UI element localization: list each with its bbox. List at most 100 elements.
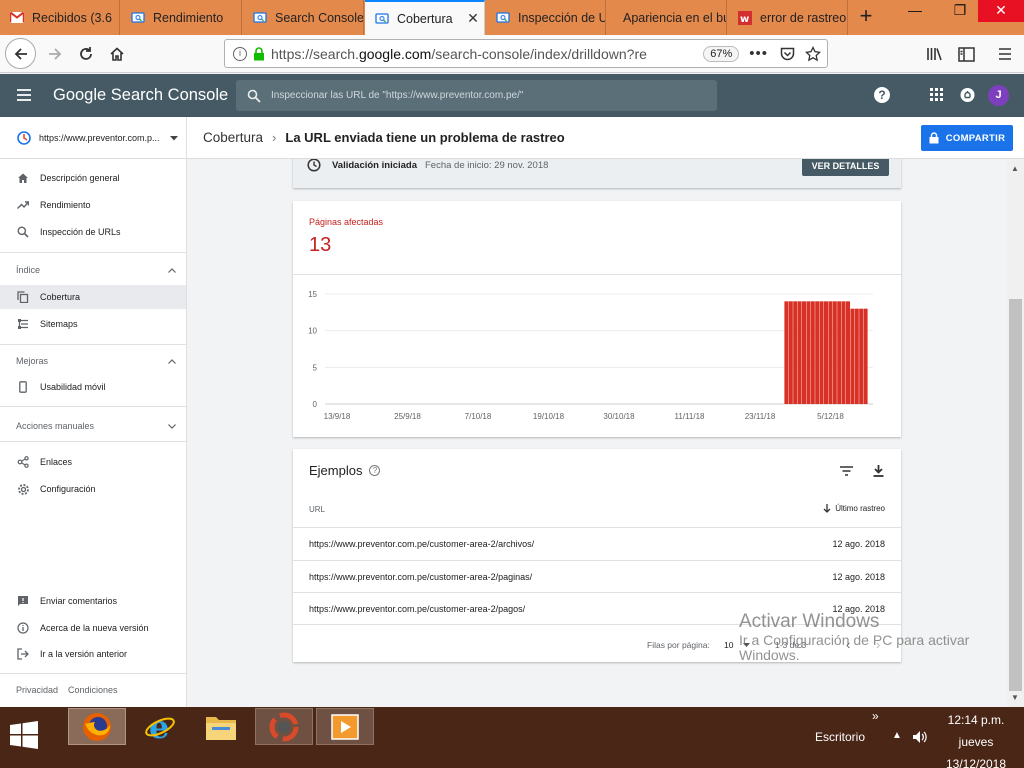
lock-icon[interactable]	[253, 46, 265, 61]
table-row[interactable]: https://www.preventor.com.pe/customer-ar…	[293, 560, 901, 592]
filter-icon[interactable]	[840, 466, 853, 476]
main-menu-button[interactable]	[16, 88, 32, 102]
chart-bar[interactable]	[788, 301, 793, 404]
chart-bar[interactable]	[854, 308, 859, 404]
table-row[interactable]: https://www.preventor.com.pe/customer-ar…	[293, 527, 901, 559]
sidebar-item-performance[interactable]: Rendimiento	[0, 193, 186, 217]
sidebar-item-sitemaps[interactable]: Sitemaps	[0, 312, 186, 336]
system-tray-chevron-icon[interactable]: »	[872, 709, 879, 723]
chart-bar[interactable]	[841, 301, 846, 404]
clock[interactable]: 12:14 p.m. jueves 13/12/2018	[944, 709, 1008, 768]
product-logo[interactable]: Google Search Console	[53, 86, 228, 105]
forward-button[interactable]	[40, 39, 70, 69]
pocket-icon[interactable]	[780, 47, 795, 61]
back-button[interactable]	[5, 38, 36, 69]
reload-button[interactable]	[71, 39, 101, 69]
search-console-icon	[252, 10, 268, 26]
show-hidden-icons-icon[interactable]: ▲	[892, 730, 902, 741]
sidebar-item-url-inspection[interactable]: Inspección de URLs	[0, 220, 186, 244]
terms-link[interactable]: Condiciones	[68, 685, 118, 695]
column-header-last-crawl[interactable]: Último rastreo	[823, 504, 885, 513]
chart-bar[interactable]	[846, 301, 850, 404]
reload-icon	[80, 47, 92, 60]
chart-bar[interactable]	[832, 301, 837, 404]
scroll-up-arrow-icon[interactable]: ▲	[1011, 164, 1019, 173]
library-button[interactable]	[920, 39, 950, 69]
privacy-link[interactable]: Privacidad	[16, 685, 58, 695]
help-icon[interactable]: ?	[874, 87, 890, 103]
browser-tab[interactable]: Recibidos (3.6	[0, 0, 120, 35]
chart-bar[interactable]	[810, 301, 815, 404]
page-scrollbar[interactable]: ▲ ▼	[1007, 159, 1024, 707]
sidebar-item-overview[interactable]: Descripción general	[0, 166, 186, 190]
chart-bar[interactable]	[806, 301, 811, 404]
taskbar-app-colorful[interactable]	[255, 708, 313, 745]
taskbar-media-player[interactable]	[316, 708, 374, 745]
taskbar-file-explorer[interactable]	[192, 708, 250, 745]
page-actions-icon[interactable]: •••	[749, 45, 768, 62]
column-header-url[interactable]: URL	[309, 505, 325, 514]
property-selector[interactable]: https://www.preventor.com.p...	[0, 117, 187, 159]
chart-bar[interactable]	[824, 301, 828, 404]
browser-tab[interactable]: Inspección de U	[486, 0, 606, 35]
taskbar-firefox[interactable]	[68, 708, 126, 745]
browser-tab[interactable]: Apariencia en el bu	[607, 0, 727, 35]
minimize-button[interactable]: —	[900, 0, 930, 22]
zoom-indicator[interactable]: 67%	[703, 45, 740, 62]
sidebar-item-old-version[interactable]: Ir a la versión anterior	[0, 642, 186, 666]
chart-bar[interactable]	[797, 301, 802, 404]
new-tab-button[interactable]: +	[855, 5, 877, 29]
notifications-bell-icon[interactable]	[960, 87, 975, 103]
help-icon[interactable]: ?	[369, 465, 381, 476]
browser-tab[interactable]: Rendimiento	[121, 0, 242, 35]
volume-icon[interactable]	[912, 730, 928, 744]
scrollbar-thumb[interactable]	[1009, 299, 1022, 691]
start-button[interactable]	[10, 721, 38, 749]
sidebar-group-index[interactable]: Índice	[16, 265, 176, 275]
avatar[interactable]: J	[988, 85, 1009, 106]
chart-bar[interactable]	[850, 308, 855, 404]
close-window-button[interactable]: ✕	[978, 0, 1024, 22]
close-tab-icon[interactable]: ✕	[462, 10, 484, 27]
sidebar-item-coverage[interactable]: Cobertura	[0, 285, 186, 309]
browser-menu-button[interactable]	[990, 39, 1020, 69]
browser-tab[interactable]: Cobertura ✕	[365, 0, 485, 35]
x-tick-label: 23/11/18	[745, 412, 776, 421]
desktop-toolbar-label[interactable]: Escritorio	[815, 730, 865, 744]
browser-tab[interactable]: Search Console	[243, 0, 364, 35]
sidebar-item-settings[interactable]: Configuración	[0, 477, 186, 501]
group-label: Mejoras	[16, 356, 49, 366]
taskbar-internet-explorer[interactable]: e	[131, 708, 189, 745]
chart-bar[interactable]	[859, 308, 864, 404]
chart-bar[interactable]	[837, 301, 842, 404]
sidebar-item-links[interactable]: Enlaces	[0, 450, 186, 474]
view-details-button[interactable]: VER DETALLES	[802, 159, 889, 176]
sidebar-group-enhancements[interactable]: Mejoras	[16, 356, 176, 366]
arrow-down-icon	[823, 504, 831, 513]
sidebar-group-manual-actions[interactable]: Acciones manuales	[16, 421, 176, 431]
scroll-down-arrow-icon[interactable]: ▼	[1011, 693, 1019, 702]
chart-bar[interactable]	[793, 301, 798, 404]
apps-grid-icon[interactable]	[930, 88, 943, 101]
chart-bar[interactable]	[784, 301, 789, 404]
sidebar-item-about[interactable]: Acerca de la nueva versión	[0, 616, 186, 640]
chevron-up-icon	[168, 268, 176, 273]
chart-bar[interactable]	[863, 308, 868, 404]
sidebar-item-feedback[interactable]: Enviar comentarios	[0, 589, 186, 613]
browser-tab[interactable]: w error de rastreo	[728, 0, 848, 35]
chart-bar[interactable]	[819, 301, 824, 404]
info-icon[interactable]: i	[233, 46, 247, 61]
restore-button[interactable]: ❐	[945, 0, 975, 22]
download-icon[interactable]	[873, 465, 884, 477]
breadcrumb-parent[interactable]: Cobertura	[203, 130, 263, 145]
sidebar-toggle-button[interactable]	[951, 39, 981, 69]
address-bar[interactable]: i https://search.google.com/search-conso…	[224, 39, 828, 68]
chart-bar[interactable]	[828, 301, 833, 404]
url-inspection-search[interactable]: Inspeccionar las URL de "https://www.pre…	[236, 80, 717, 111]
chart-bar[interactable]	[815, 301, 820, 404]
bookmark-star-icon[interactable]	[805, 45, 821, 62]
sidebar-item-mobile-usability[interactable]: Usabilidad móvil	[0, 375, 186, 399]
share-button[interactable]: COMPARTIR	[921, 125, 1013, 151]
home-button[interactable]	[102, 39, 132, 69]
chart-bar[interactable]	[802, 301, 806, 404]
